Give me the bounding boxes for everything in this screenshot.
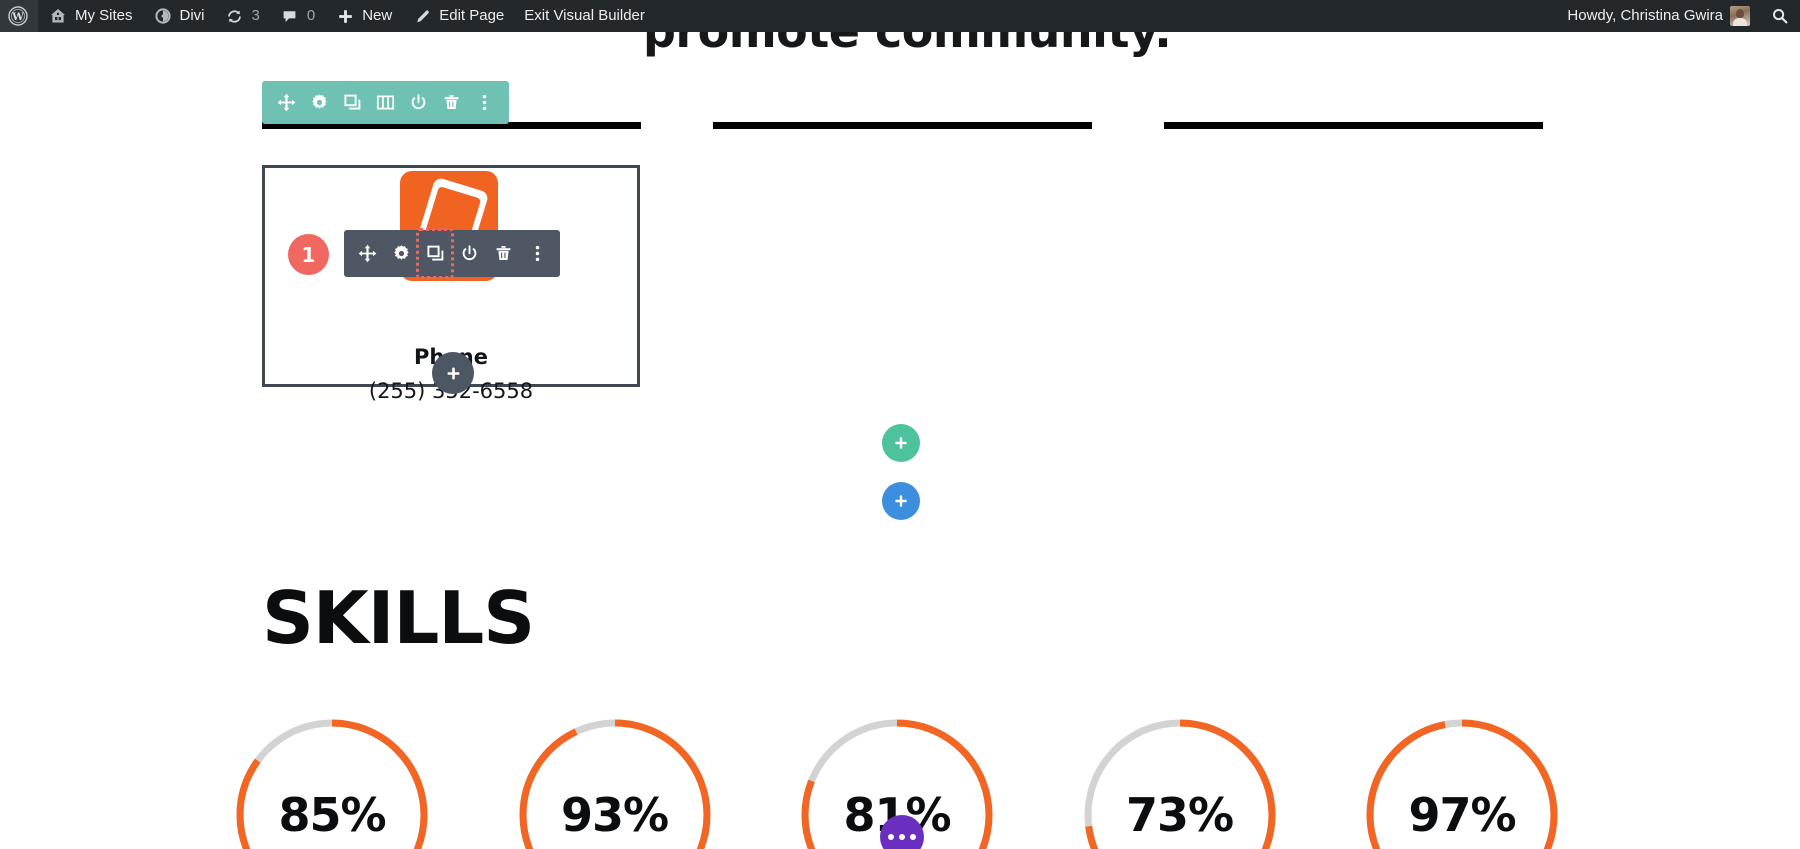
- row-disable-button[interactable]: [402, 81, 435, 124]
- admin-bar-my-account[interactable]: Howdy, Christina Gwira: [1557, 0, 1760, 32]
- circle-counter-2-value: 93%: [560, 788, 669, 842]
- columns-icon: [376, 93, 395, 112]
- wp-admin-bar: W My Sites Divi 3 0 New Edit Page Exit V…: [0, 0, 1800, 32]
- admin-bar-search-button[interactable]: [1760, 0, 1800, 32]
- horizontal-dots-icon: [888, 834, 916, 840]
- admin-bar-item-updates[interactable]: 3: [215, 0, 270, 32]
- wordpress-logo-menu[interactable]: W: [0, 0, 38, 32]
- module-duplicate-button[interactable]: [416, 228, 454, 279]
- admin-bar-item-my-sites[interactable]: My Sites: [38, 0, 143, 32]
- admin-bar-left-group: W My Sites Divi 3 0 New Edit Page Exit V…: [0, 0, 655, 32]
- visual-builder-canvas: promote community.: [0, 32, 1800, 849]
- trash-icon: [442, 93, 461, 112]
- circle-counter-1: 85%: [232, 715, 432, 849]
- admin-bar-item-new[interactable]: New: [325, 0, 402, 32]
- search-icon: [1770, 6, 1790, 26]
- circle-counter-5-value: 97%: [1408, 788, 1516, 842]
- admin-bar-comments-count: 0: [306, 7, 316, 24]
- duplicate-icon: [343, 93, 362, 112]
- row-move-handle[interactable]: [270, 81, 303, 124]
- admin-bar-updates-count: 3: [251, 7, 260, 24]
- module-move-handle[interactable]: [350, 230, 384, 277]
- divider-rule-3: [1164, 122, 1543, 129]
- duplicate-icon: [426, 244, 445, 263]
- plus-icon: [893, 493, 909, 509]
- row-duplicate-button[interactable]: [336, 81, 369, 124]
- comment-bubble-icon: [280, 6, 300, 26]
- row-columns-button[interactable]: [369, 81, 402, 124]
- trash-icon: [494, 244, 513, 263]
- plus-icon: [445, 365, 462, 382]
- admin-bar-label-new: New: [362, 7, 393, 24]
- gear-icon: [392, 244, 411, 263]
- admin-bar-item-comments[interactable]: 0: [270, 0, 325, 32]
- page-headline: promote community.: [643, 32, 1543, 58]
- add-section-button[interactable]: [882, 482, 920, 520]
- move-arrows-icon: [277, 93, 296, 112]
- admin-bar-item-divi[interactable]: Divi: [143, 0, 215, 32]
- divider-rule-2: [713, 122, 1092, 129]
- row-more-options-button[interactable]: [468, 81, 501, 124]
- row-settings-button[interactable]: [303, 81, 336, 124]
- wordpress-icon: W: [8, 6, 28, 26]
- admin-bar-label-exit-visual-builder: Exit Visual Builder: [524, 7, 645, 24]
- admin-bar-item-exit-visual-builder[interactable]: Exit Visual Builder: [514, 0, 655, 32]
- admin-bar-right-group: Howdy, Christina Gwira: [1557, 0, 1800, 32]
- plus-icon: [893, 435, 909, 451]
- sites-icon: [48, 6, 68, 26]
- power-icon: [409, 93, 428, 112]
- circle-counter-4-value: 73%: [1125, 788, 1234, 842]
- admin-bar-label-edit-page: Edit Page: [439, 7, 505, 24]
- circle-counter-4: 73%: [1080, 715, 1280, 849]
- pencil-icon: [412, 6, 432, 26]
- admin-bar-label-my-sites: My Sites: [75, 7, 133, 24]
- move-arrows-icon: [358, 244, 377, 263]
- circle-counter-5: 97%: [1362, 715, 1562, 849]
- module-delete-button[interactable]: [486, 230, 520, 277]
- updates-icon: [225, 6, 245, 26]
- add-row-button[interactable]: [882, 424, 920, 462]
- circle-counter-1-value: 85%: [278, 788, 386, 842]
- admin-bar-greeting: Howdy, Christina Gwira: [1567, 7, 1723, 24]
- avatar: [1730, 6, 1750, 26]
- add-module-button[interactable]: [432, 352, 474, 394]
- row-delete-button[interactable]: [435, 81, 468, 124]
- svg-text:W: W: [11, 11, 24, 23]
- power-icon: [460, 244, 479, 263]
- row-toolbar[interactable]: [262, 81, 509, 124]
- module-disable-button[interactable]: [452, 230, 486, 277]
- vertical-dots-icon: [475, 93, 494, 112]
- gear-icon: [310, 93, 329, 112]
- admin-bar-item-edit-page[interactable]: Edit Page: [402, 0, 514, 32]
- module-settings-button[interactable]: [384, 230, 418, 277]
- circle-counter-2: 93%: [515, 715, 715, 849]
- divi-icon: [153, 6, 173, 26]
- module-toolbar[interactable]: [344, 228, 560, 279]
- module-order-badge: 1: [288, 234, 329, 275]
- vertical-dots-icon: [528, 244, 547, 263]
- admin-bar-label-divi: Divi: [179, 7, 205, 24]
- plus-icon: [335, 6, 355, 26]
- module-more-options-button[interactable]: [520, 230, 554, 277]
- skills-heading: SKILLS: [262, 576, 535, 660]
